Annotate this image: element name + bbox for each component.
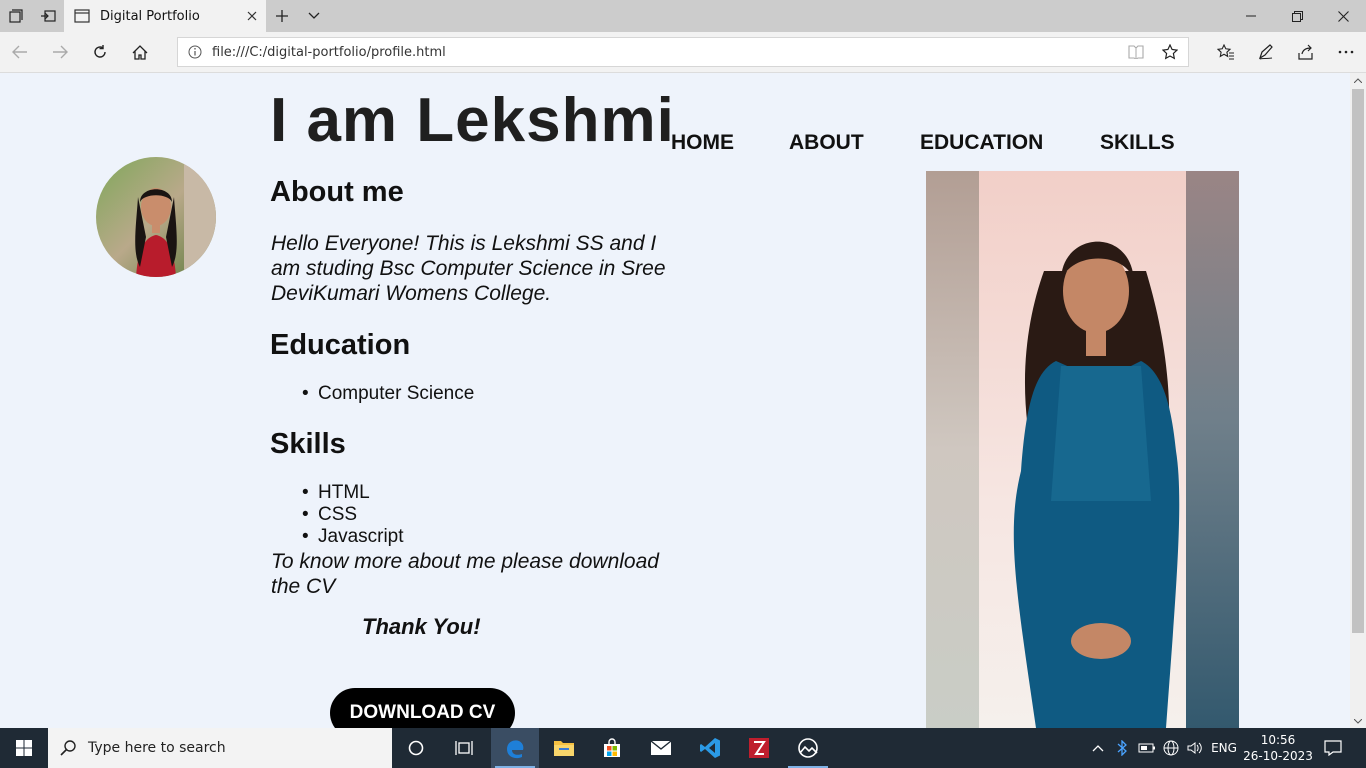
skill-item: CSS (302, 504, 404, 526)
browser-tab-bar: Digital Portfolio (0, 0, 1366, 32)
search-icon (60, 740, 76, 756)
language-label: ENG (1211, 741, 1237, 755)
clock-date: 26-10-2023 (1243, 749, 1313, 763)
mail-icon[interactable] (637, 728, 685, 768)
download-cv-button[interactable]: DOWNLOAD CV (330, 688, 515, 728)
scroll-down-icon[interactable] (1350, 714, 1366, 728)
cv-prompt-text: To know more about me please download th… (271, 550, 659, 598)
vscode-icon[interactable] (686, 728, 734, 768)
battery-icon[interactable] (1136, 728, 1158, 768)
taskbar-search-box[interactable]: Type here to search (48, 728, 392, 768)
menu-about-link[interactable]: ABOUT (789, 131, 864, 155)
microsoft-store-icon[interactable] (588, 728, 636, 768)
tab-title: Digital Portfolio (100, 8, 200, 24)
skills-heading: Skills (270, 428, 346, 460)
education-heading: Education (270, 329, 411, 361)
cortana-icon[interactable] (392, 728, 440, 768)
about-heading: About me (270, 176, 404, 208)
menu-home-link[interactable]: HOME (671, 131, 734, 155)
back-icon[interactable] (0, 32, 40, 72)
search-placeholder: Type here to search (88, 740, 226, 756)
address-text[interactable]: file:///C:/digital-portfolio/profile.htm… (212, 45, 446, 60)
bluetooth-icon[interactable] (1112, 728, 1132, 768)
action-center-icon[interactable] (1320, 728, 1346, 768)
about-text: Hello Everyone! This is Lekshmi SS and I… (271, 232, 666, 305)
thank-you-text: Thank You! (362, 614, 481, 639)
profile-avatar (96, 157, 216, 277)
profile-photo (926, 171, 1239, 728)
taskbar-clock[interactable]: 10:56 26-10-2023 (1243, 732, 1313, 764)
file-explorer-icon[interactable] (540, 728, 588, 768)
network-globe-icon[interactable] (1160, 728, 1182, 768)
favorite-star-icon[interactable] (1154, 38, 1186, 66)
portfolio-page: I am Lekshmi HOME ABOUT EDUCATION SKILLS… (0, 73, 1350, 728)
page-title: I am Lekshmi (270, 86, 675, 155)
new-tab-icon[interactable] (266, 0, 298, 32)
windows-start-icon[interactable] (0, 728, 48, 768)
address-bar[interactable]: file:///C:/digital-portfolio/profile.htm… (177, 37, 1189, 67)
restore-icon[interactable] (1274, 0, 1320, 32)
tab-preview-chevron-icon[interactable] (298, 0, 330, 32)
browser-navigation-bar: file:///C:/digital-portfolio/profile.htm… (0, 32, 1366, 73)
forward-icon[interactable] (40, 32, 80, 72)
tabs-aside-icon[interactable] (32, 0, 64, 32)
task-view-icon[interactable] (440, 728, 488, 768)
photos-icon[interactable] (784, 728, 832, 768)
windows-taskbar: Type here to search ENG 10:56 26-10-2023 (0, 728, 1366, 768)
volume-icon[interactable] (1184, 728, 1206, 768)
close-tab-icon[interactable] (244, 8, 260, 24)
skills-list: HTML CSS Javascript (302, 482, 404, 548)
favorites-hub-icon[interactable] (1206, 32, 1246, 72)
menu-education-link[interactable]: EDUCATION (920, 131, 1043, 155)
clock-time: 10:56 (1260, 733, 1296, 747)
edge-browser-icon[interactable] (491, 728, 539, 768)
share-icon[interactable] (1286, 32, 1326, 72)
page-icon (74, 9, 90, 23)
skill-item: HTML (302, 482, 404, 504)
language-indicator[interactable]: ENG (1208, 728, 1240, 768)
page-scrollbar[interactable] (1350, 73, 1366, 728)
skill-item: Javascript (302, 526, 404, 548)
notes-pen-icon[interactable] (1246, 32, 1286, 72)
close-window-icon[interactable] (1320, 0, 1366, 32)
home-icon[interactable] (120, 32, 160, 72)
show-hidden-icons-chevron-icon[interactable] (1088, 728, 1108, 768)
scroll-up-icon[interactable] (1350, 73, 1366, 87)
education-item: Computer Science (302, 383, 474, 405)
browser-tab[interactable]: Digital Portfolio (64, 0, 266, 32)
scrollbar-thumb[interactable] (1352, 89, 1364, 633)
refresh-icon[interactable] (80, 32, 120, 72)
filezilla-icon[interactable] (735, 728, 783, 768)
education-list: Computer Science (302, 383, 474, 405)
more-options-icon[interactable] (1326, 32, 1366, 72)
tab-sets-icon[interactable] (0, 0, 32, 32)
minimize-icon[interactable] (1228, 0, 1274, 32)
info-icon[interactable] (178, 38, 212, 66)
menu-skills-link[interactable]: SKILLS (1100, 131, 1175, 155)
reading-view-icon[interactable] (1120, 38, 1152, 66)
